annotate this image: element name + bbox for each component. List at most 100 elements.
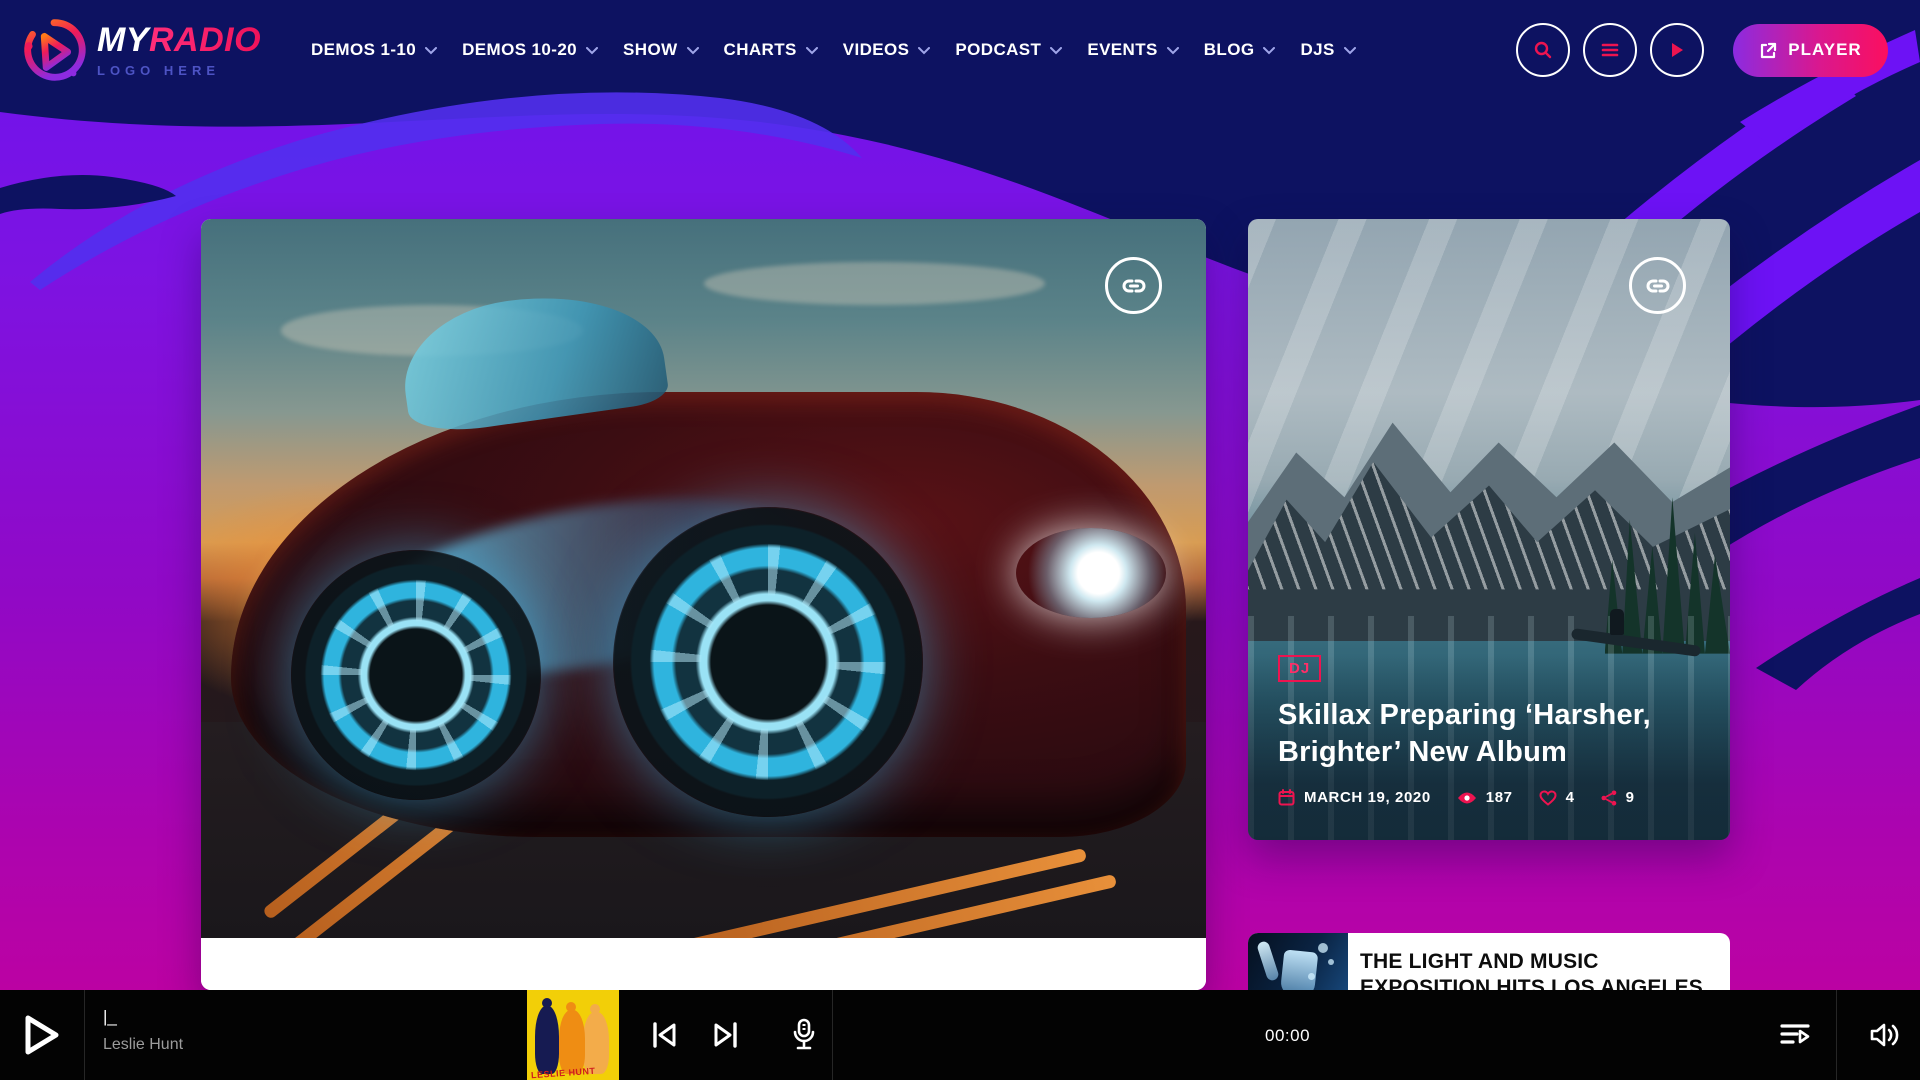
brand-tagline: LOGO HERE (97, 64, 261, 77)
menu-icon (1601, 42, 1619, 58)
playlist-button[interactable] (1772, 1014, 1818, 1056)
brand-name-primary: MY (97, 21, 149, 59)
nav-item-podcast[interactable]: PODCAST (955, 40, 1062, 60)
nav-item-charts[interactable]: CHARTS (724, 40, 818, 60)
chevron-down-icon (586, 47, 598, 55)
cloud-shape (704, 262, 1046, 305)
bubble-shape (1318, 943, 1328, 953)
header: MYRADIO LOGO HERE DEMOS 1-10 DEMOS 10-20… (0, 0, 1920, 100)
nav-label: DEMOS 10-20 (462, 40, 577, 60)
track-info: |_ Leslie Hunt (103, 1007, 183, 1054)
play-icon (22, 1013, 62, 1057)
post-title[interactable]: Skillax Preparing ‘Harsher, Brighter’ Ne… (1278, 697, 1700, 772)
person-shape (1610, 609, 1624, 635)
post-shares: 9 (1626, 789, 1635, 806)
car-rear-wheel (291, 550, 541, 800)
player-button[interactable]: PLAYER (1733, 24, 1888, 77)
divider (832, 990, 833, 1080)
nav-label: PODCAST (955, 40, 1041, 60)
main-nav: DEMOS 1-10 DEMOS 10-20 SHOW CHARTS VIDEO… (311, 40, 1356, 60)
calendar-icon (1278, 789, 1295, 806)
chevron-down-icon (1344, 47, 1356, 55)
player-play-button[interactable] (16, 1011, 68, 1059)
volume-icon (1869, 1021, 1901, 1049)
nav-item-show[interactable]: SHOW (623, 40, 698, 60)
post-overlay: DJ Skillax Preparing ‘Harsher, Brighter’… (1248, 655, 1730, 840)
track-title: |_ (103, 1007, 183, 1027)
microphone-icon (791, 1018, 817, 1052)
volume-button[interactable] (1862, 1014, 1908, 1056)
nav-label: DEMOS 1-10 (311, 40, 416, 60)
elapsed-time: 00:00 (1265, 1026, 1310, 1046)
wheel-spokes (613, 507, 923, 817)
microphone-button[interactable] (782, 1012, 826, 1058)
play-icon (1669, 41, 1685, 59)
nav-label: SHOW (623, 40, 677, 60)
player-bar: |_ Leslie Hunt LESLIE HUNT (0, 990, 1920, 1080)
article-link-button[interactable] (1105, 257, 1162, 314)
link-icon (1120, 272, 1148, 300)
post-link-button[interactable] (1629, 257, 1686, 314)
post-meta: MARCH 19, 2020 187 4 (1278, 789, 1700, 806)
divider (84, 990, 85, 1080)
chevron-down-icon (425, 47, 437, 55)
skip-previous-button[interactable] (642, 1014, 686, 1056)
page: MYRADIO LOGO HERE DEMOS 1-10 DEMOS 10-20… (0, 0, 1920, 1080)
nav-item-videos[interactable]: VIDEOS (843, 40, 931, 60)
logo-text: MYRADIO LOGO HERE (97, 23, 261, 77)
car-front-wheel (613, 507, 923, 817)
album-figure-head (566, 1002, 576, 1012)
share-icon[interactable] (1601, 790, 1617, 806)
sidebar-post-card[interactable]: DJ Skillax Preparing ‘Harsher, Brighter’… (1248, 219, 1730, 840)
chevron-down-icon (806, 47, 818, 55)
header-actions: PLAYER (1503, 23, 1888, 77)
skip-next-icon (712, 1020, 740, 1050)
chevron-down-icon (1263, 47, 1275, 55)
play-button[interactable] (1650, 23, 1704, 77)
featured-article-body (201, 938, 1206, 990)
chevron-down-icon (687, 47, 699, 55)
post-views: 187 (1486, 789, 1513, 806)
eye-icon (1457, 791, 1477, 805)
category-badge[interactable]: DJ (1278, 655, 1321, 682)
menu-button[interactable] (1583, 23, 1637, 77)
nav-item-djs[interactable]: DJS (1300, 40, 1355, 60)
wheel-spokes (291, 550, 541, 800)
divider (1836, 990, 1837, 1080)
nav-label: VIDEOS (843, 40, 910, 60)
nav-label: DJS (1300, 40, 1334, 60)
search-button[interactable] (1516, 23, 1570, 77)
chevron-down-icon (1167, 47, 1179, 55)
skip-previous-icon (650, 1020, 678, 1050)
nav-label: BLOG (1204, 40, 1255, 60)
album-figure (535, 1006, 559, 1074)
brand-name-secondary: RADIO (149, 21, 261, 59)
nav-item-events[interactable]: EVENTS (1087, 40, 1178, 60)
album-figure (583, 1012, 609, 1074)
logo[interactable]: MYRADIO LOGO HERE (15, 11, 267, 89)
nav-label: EVENTS (1087, 40, 1157, 60)
album-figure-head (542, 998, 552, 1008)
link-icon (1644, 272, 1672, 300)
search-icon (1533, 40, 1553, 60)
album-figure-head (590, 1004, 600, 1014)
test-tube-shape (1256, 940, 1280, 982)
chevron-down-icon (1050, 47, 1062, 55)
nav-item-blog[interactable]: BLOG (1204, 40, 1276, 60)
external-link-icon (1759, 41, 1778, 60)
skip-next-button[interactable] (704, 1014, 748, 1056)
album-art[interactable]: LESLIE HUNT (527, 990, 619, 1080)
featured-article-card[interactable] (201, 219, 1206, 990)
featured-article-image (201, 219, 1206, 938)
nav-item-demos-1-10[interactable]: DEMOS 1-10 (311, 40, 437, 60)
post-likes: 4 (1566, 789, 1575, 806)
nav-label: CHARTS (724, 40, 797, 60)
playlist-icon (1780, 1022, 1810, 1048)
car-headlight (1016, 528, 1166, 618)
heart-icon[interactable] (1539, 790, 1557, 806)
bubble-shape (1328, 959, 1334, 965)
album-figure (559, 1010, 585, 1074)
nav-item-demos-10-20[interactable]: DEMOS 10-20 (462, 40, 598, 60)
chevron-down-icon (918, 47, 930, 55)
bubble-shape (1308, 973, 1315, 980)
